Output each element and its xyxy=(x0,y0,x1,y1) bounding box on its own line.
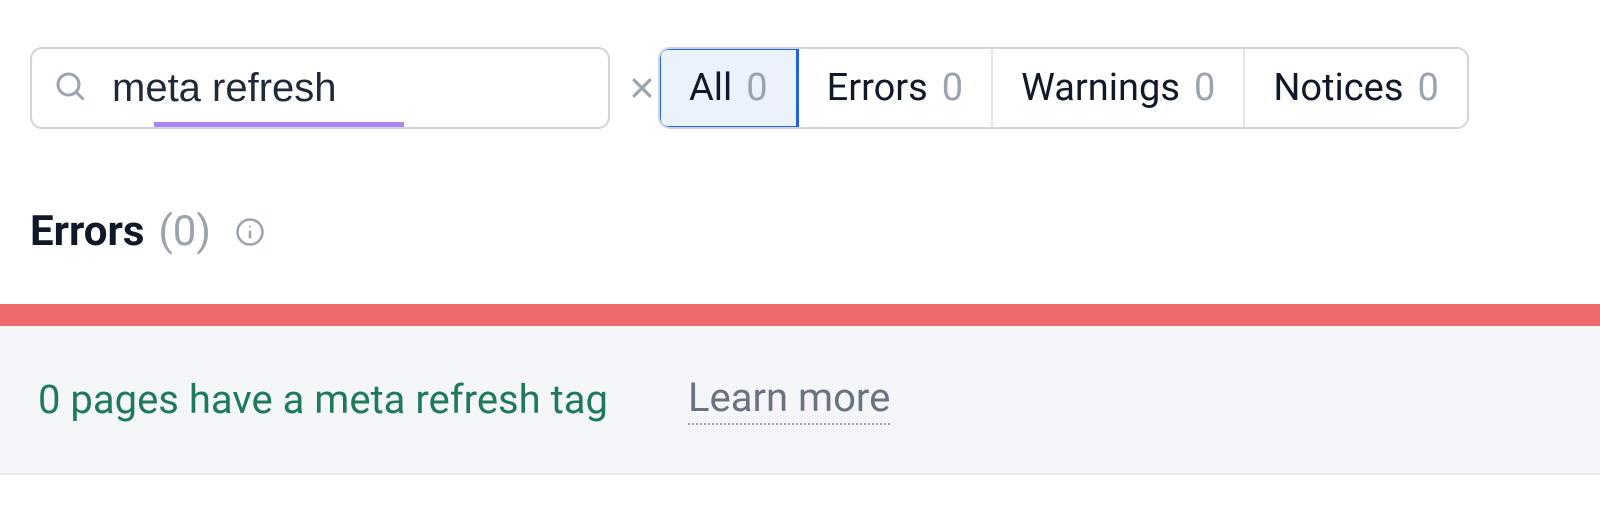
clear-icon[interactable] xyxy=(627,73,657,103)
filter-tab-warnings[interactable]: Warnings 0 xyxy=(993,49,1245,127)
filter-label: Errors xyxy=(827,66,928,110)
filter-label: Notices xyxy=(1273,66,1403,110)
result-row[interactable]: 0 pages have a meta refresh tag Learn mo… xyxy=(0,326,1600,475)
filter-label: Warnings xyxy=(1021,66,1180,110)
error-severity-bar xyxy=(0,304,1600,326)
filter-count: 0 xyxy=(1194,66,1215,110)
filter-label: All xyxy=(689,66,732,110)
filter-count: 0 xyxy=(1417,66,1438,110)
result-message: 0 pages have a meta refresh tag xyxy=(38,376,608,423)
filter-tab-all[interactable]: All 0 xyxy=(658,47,799,129)
section-title: Errors xyxy=(30,207,144,256)
search-box[interactable] xyxy=(30,47,610,129)
learn-more-link[interactable]: Learn more xyxy=(688,374,890,425)
search-input[interactable] xyxy=(112,66,627,111)
filter-count: 0 xyxy=(942,66,963,110)
search-icon xyxy=(52,68,88,108)
section-count: (0) xyxy=(158,207,211,256)
filter-tab-notices[interactable]: Notices 0 xyxy=(1245,49,1466,127)
errors-section-header: Errors (0) xyxy=(0,207,1600,256)
filter-tab-errors[interactable]: Errors 0 xyxy=(799,49,994,127)
info-icon[interactable] xyxy=(235,217,265,247)
filter-tabs: All 0 Errors 0 Warnings 0 Notices 0 xyxy=(658,47,1469,129)
top-controls-row: All 0 Errors 0 Warnings 0 Notices 0 xyxy=(0,0,1600,129)
search-spellcheck-underline xyxy=(154,122,404,127)
filter-count: 0 xyxy=(746,66,767,110)
